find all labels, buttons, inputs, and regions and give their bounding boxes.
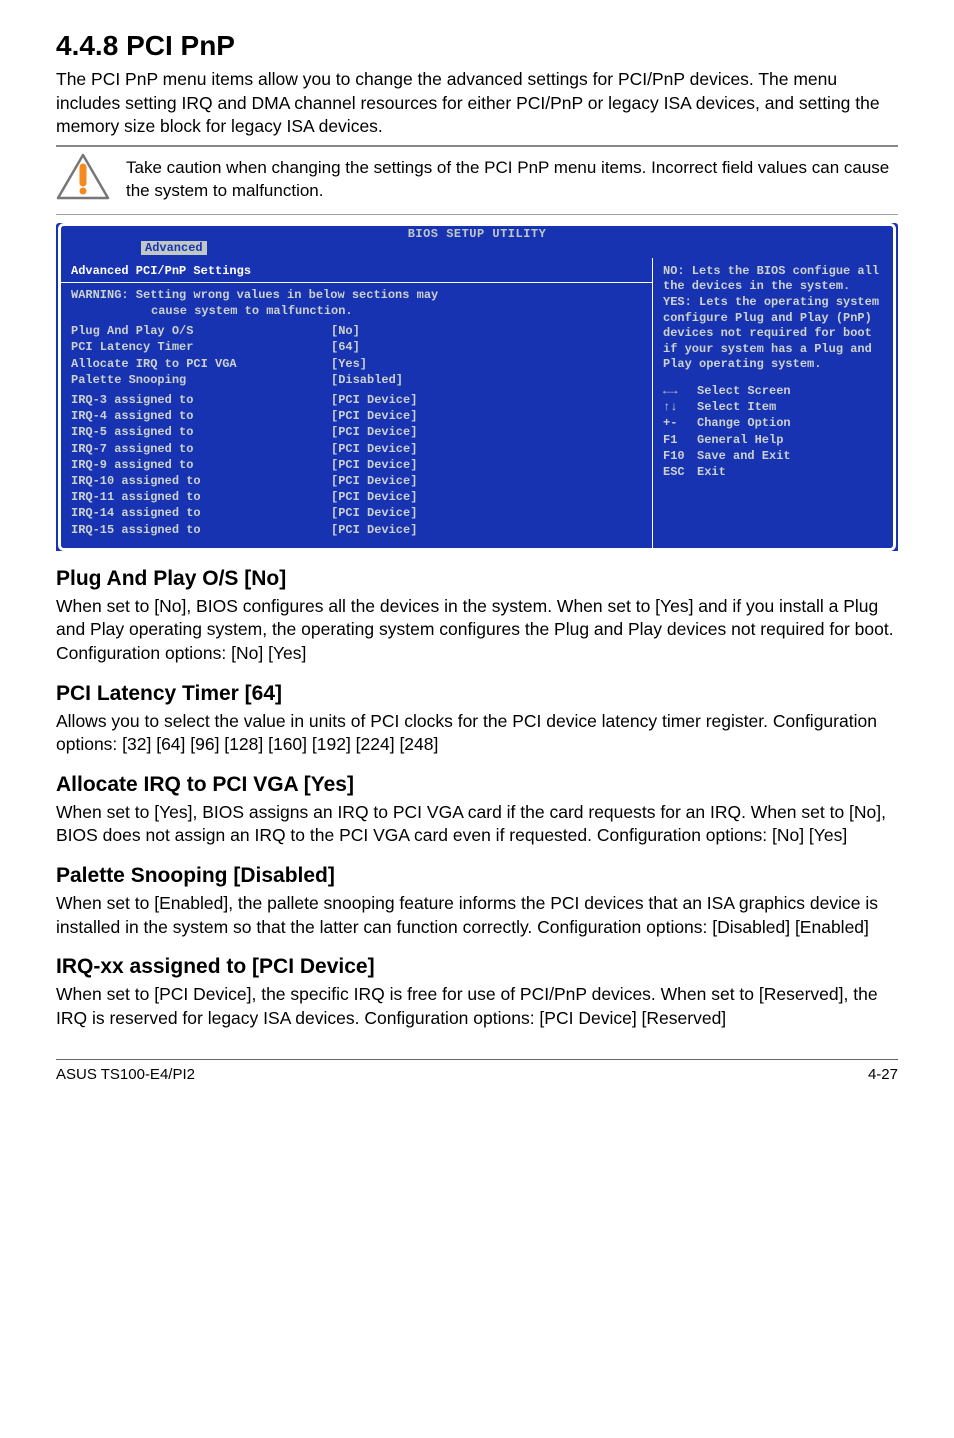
bios-legend-row: ←→Select Screen <box>663 383 883 399</box>
bios-setting-value: [No] <box>331 323 642 339</box>
subsection-body: When set to [Yes], BIOS assigns an IRQ t… <box>56 801 898 848</box>
bios-setting-label: IRQ-7 assigned to <box>71 441 331 457</box>
subsection-heading: Allocate IRQ to PCI VGA [Yes] <box>56 773 898 797</box>
bios-frame: BIOS SETUP UTILITY Advanced Advanced PCI… <box>58 223 896 551</box>
bios-legend-row: +-Change Option <box>663 415 883 431</box>
bios-left-header: Advanced PCI/PnP Settings <box>71 264 642 278</box>
subsection-body: Allows you to select the value in units … <box>56 710 898 757</box>
bios-setting-value: [64] <box>331 339 642 355</box>
bios-warning-line2: cause system to malfunction. <box>71 303 642 319</box>
bios-setting-value: [PCI Device] <box>331 522 642 538</box>
bios-setting-value: [Yes] <box>331 356 642 372</box>
bios-title: BIOS SETUP UTILITY <box>61 227 893 241</box>
bios-setting-value: [PCI Device] <box>331 441 642 457</box>
bios-body: Advanced PCI/PnP Settings WARNING: Setti… <box>61 258 893 548</box>
bios-setting-row: IRQ-3 assigned to[PCI Device] <box>71 392 642 408</box>
bios-setting-value: [Disabled] <box>331 372 642 388</box>
bios-warning-line1: WARNING: Setting wrong values in below s… <box>71 287 642 303</box>
bios-setting-value: [PCI Device] <box>331 392 642 408</box>
bios-setting-value: [PCI Device] <box>331 424 642 440</box>
bios-help-no: NO: Lets the BIOS configue all the devic… <box>663 264 883 295</box>
bios-legend-row: ESCExit <box>663 464 883 480</box>
bios-legend-key: ESC <box>663 464 697 480</box>
footer-left: ASUS TS100-E4/PI2 <box>56 1066 195 1083</box>
bios-right-pane: NO: Lets the BIOS configue all the devic… <box>653 258 893 548</box>
bios-legend-key: F10 <box>663 448 697 464</box>
bios-screenshot: BIOS SETUP UTILITY Advanced Advanced PCI… <box>56 223 898 551</box>
bios-setting-row: IRQ-9 assigned to[PCI Device] <box>71 457 642 473</box>
bios-setting-label: IRQ-10 assigned to <box>71 473 331 489</box>
bios-titlebar: BIOS SETUP UTILITY Advanced <box>61 226 893 258</box>
bios-legend-key: F1 <box>663 432 697 448</box>
bios-setting-label: IRQ-11 assigned to <box>71 489 331 505</box>
subsection-body: When set to [PCI Device], the specific I… <box>56 983 898 1030</box>
bios-setting-row: IRQ-11 assigned to[PCI Device] <box>71 489 642 505</box>
bios-setting-label: IRQ-4 assigned to <box>71 408 331 424</box>
bios-setting-label: IRQ-9 assigned to <box>71 457 331 473</box>
bios-help-yes: YES: Lets the operating system configure… <box>663 295 883 373</box>
bios-legend-text: Select Item <box>697 399 776 415</box>
bios-legend-text: Exit <box>697 464 726 480</box>
bios-legend-row: F10Save and Exit <box>663 448 883 464</box>
footer-right: 4-27 <box>868 1066 898 1083</box>
bios-left-pane: Advanced PCI/PnP Settings WARNING: Setti… <box>61 258 653 548</box>
subsection-heading: PCI Latency Timer [64] <box>56 682 898 706</box>
bios-setting-row: Palette Snooping[Disabled] <box>71 372 642 388</box>
bios-setting-label: IRQ-5 assigned to <box>71 424 331 440</box>
page-footer: ASUS TS100-E4/PI2 4-27 <box>56 1059 898 1083</box>
bios-legend-key: ←→ <box>663 383 697 399</box>
bios-setting-row: IRQ-14 assigned to[PCI Device] <box>71 505 642 521</box>
bios-legend: ←→Select Screen↑↓Select Item+-Change Opt… <box>663 383 883 480</box>
bios-legend-row: ↑↓Select Item <box>663 399 883 415</box>
bios-inner-divider <box>61 282 652 283</box>
subsection-heading: IRQ-xx assigned to [PCI Device] <box>56 955 898 979</box>
caution-note: Take caution when changing the settings … <box>56 153 898 206</box>
bios-tab-advanced: Advanced <box>141 241 207 255</box>
bios-legend-row: F1General Help <box>663 432 883 448</box>
section-title: 4.4.8 PCI PnP <box>56 30 898 62</box>
subsection-body: When set to [Enabled], the pallete snoop… <box>56 892 898 939</box>
bios-setting-value: [PCI Device] <box>331 489 642 505</box>
subsection-heading: Palette Snooping [Disabled] <box>56 864 898 888</box>
bios-setting-value: [PCI Device] <box>331 505 642 521</box>
bios-setting-label: Palette Snooping <box>71 372 331 388</box>
bios-legend-text: Select Screen <box>697 383 791 399</box>
bios-setting-row: IRQ-10 assigned to[PCI Device] <box>71 473 642 489</box>
bios-setting-label: PCI Latency Timer <box>71 339 331 355</box>
bios-setting-value: [PCI Device] <box>331 473 642 489</box>
bios-setting-row: Plug And Play O/S[No] <box>71 323 642 339</box>
bios-setting-label: IRQ-15 assigned to <box>71 522 331 538</box>
subsection-body: When set to [No], BIOS configures all th… <box>56 595 898 666</box>
subsection-heading: Plug And Play O/S [No] <box>56 567 898 591</box>
divider <box>56 214 898 215</box>
bios-setting-label: Plug And Play O/S <box>71 323 331 339</box>
section-intro: The PCI PnP menu items allow you to chan… <box>56 68 898 139</box>
bios-setting-row: Allocate IRQ to PCI VGA[Yes] <box>71 356 642 372</box>
bios-setting-row: IRQ-15 assigned to[PCI Device] <box>71 522 642 538</box>
caution-icon <box>56 153 110 206</box>
section-number: 4.4.8 <box>56 30 118 61</box>
bios-setting-value: [PCI Device] <box>331 408 642 424</box>
bios-setting-row: IRQ-7 assigned to[PCI Device] <box>71 441 642 457</box>
bios-legend-text: General Help <box>697 432 783 448</box>
bios-setting-label: IRQ-14 assigned to <box>71 505 331 521</box>
bios-setting-row: PCI Latency Timer[64] <box>71 339 642 355</box>
bios-legend-key: +- <box>663 415 697 431</box>
section-name: PCI PnP <box>126 30 235 61</box>
bios-legend-key: ↑↓ <box>663 399 697 415</box>
divider <box>56 145 898 147</box>
bios-legend-text: Save and Exit <box>697 448 791 464</box>
bios-legend-text: Change Option <box>697 415 791 431</box>
bios-setting-label: Allocate IRQ to PCI VGA <box>71 356 331 372</box>
bios-setting-row: IRQ-5 assigned to[PCI Device] <box>71 424 642 440</box>
bios-setting-value: [PCI Device] <box>331 457 642 473</box>
caution-text: Take caution when changing the settings … <box>126 153 898 203</box>
bios-setting-row: IRQ-4 assigned to[PCI Device] <box>71 408 642 424</box>
bios-setting-label: IRQ-3 assigned to <box>71 392 331 408</box>
